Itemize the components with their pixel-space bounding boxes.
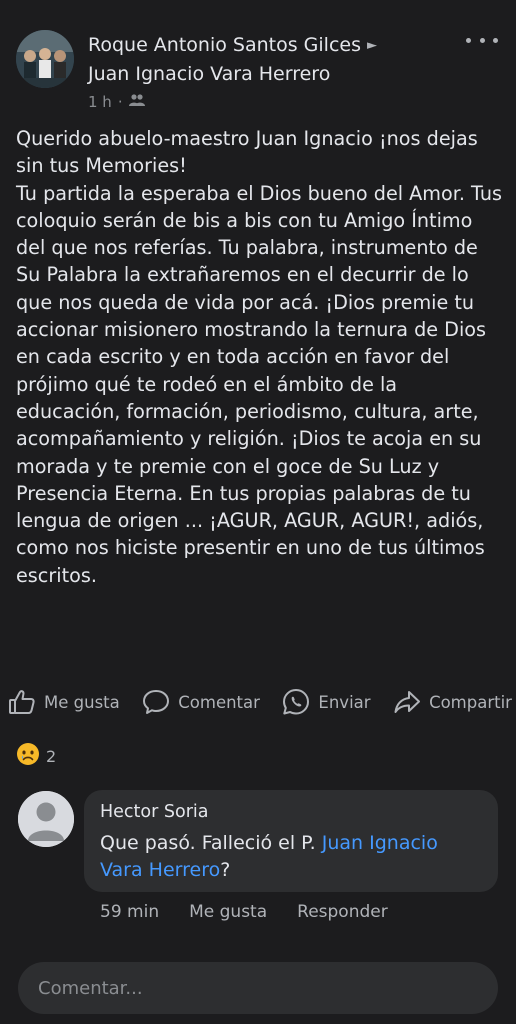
comment-button[interactable]: Comentar — [142, 689, 260, 715]
comment-text: Que pasó. Falleció el P. Juan Ignacio Va… — [100, 830, 482, 884]
more-dot — [466, 37, 471, 43]
comment-composer — [18, 962, 498, 1014]
more-dot — [493, 37, 498, 43]
more-options-icon[interactable] — [466, 28, 498, 52]
post-target-name[interactable]: Juan Ignacio Vara Herrero — [88, 61, 330, 87]
comment-bubble: Hector Soria Que pasó. Falleció el P. Ju… — [84, 790, 498, 892]
share-arrow-icon — [393, 689, 421, 715]
comment-like-button[interactable]: Me gusta — [189, 902, 267, 922]
sad-emoji-icon — [16, 742, 40, 770]
comment-bubble-icon — [142, 689, 170, 715]
comment-label: Comentar — [178, 692, 260, 712]
comment-text-start: Que pasó. Falleció el P. — [100, 832, 322, 854]
friends-icon — [128, 92, 145, 112]
post-screen: Roque Antonio Santos Gilces ► Juan Ignaci… — [0, 0, 516, 1024]
reactions-count: 2 — [46, 746, 57, 766]
post-author-line: Roque Antonio Santos Gilces ► — [88, 32, 377, 59]
comment-meta: 59 min Me gusta Responder — [100, 902, 388, 922]
like-label: Me gusta — [44, 692, 120, 712]
post-meta: 1 h · — [88, 92, 145, 112]
shared-to-arrow-icon: ► — [366, 38, 377, 53]
share-label: Compartir — [429, 692, 512, 712]
whatsapp-icon — [282, 688, 310, 716]
author-avatar[interactable] — [16, 30, 74, 88]
post-actions-bar: Me gusta Comentar Enviar Compartir — [8, 686, 512, 718]
send-label: Enviar — [318, 692, 371, 712]
thumbs-up-icon — [8, 689, 36, 715]
post-author-name[interactable]: Roque Antonio Santos Gilces — [88, 34, 361, 56]
comment-author-avatar[interactable] — [18, 791, 74, 847]
send-button[interactable]: Enviar — [282, 688, 371, 716]
share-button[interactable]: Compartir — [393, 689, 512, 715]
meta-separator: · — [117, 93, 123, 111]
post-time[interactable]: 1 h — [88, 92, 112, 112]
comment-reply-button[interactable]: Responder — [297, 902, 388, 922]
comment-text-end: ? — [220, 859, 231, 881]
post-body-text: Querido abuelo-maestro Juan Ignacio ¡nos… — [16, 127, 503, 587]
comment-time[interactable]: 59 min — [100, 902, 159, 922]
reactions-summary[interactable]: 2 — [16, 742, 56, 770]
like-button[interactable]: Me gusta — [8, 689, 120, 715]
more-dot — [479, 37, 485, 43]
comment-input[interactable] — [36, 976, 480, 1000]
comment-author-name[interactable]: Hector Soria — [100, 800, 482, 824]
